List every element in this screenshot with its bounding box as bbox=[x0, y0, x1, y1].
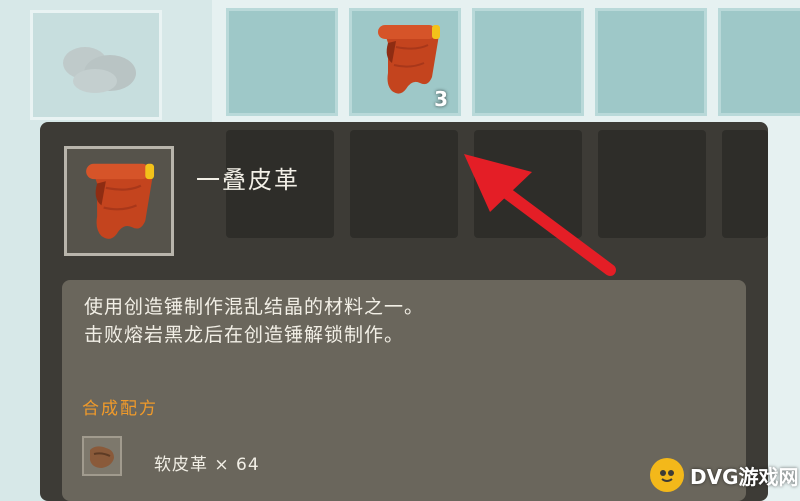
inventory-slot-leather[interactable]: 3 bbox=[349, 8, 461, 116]
recipe-ingredient-slot[interactable] bbox=[82, 436, 122, 476]
description-line-2: 击败熔岩黑龙后在创造锤解锁制作。 bbox=[84, 324, 405, 346]
leather-roll-icon bbox=[86, 163, 155, 239]
description-panel: 使用创造锤制作混乱结晶的材料之一。 击败熔岩黑龙后在创造锤解锁制作。 合成配方 … bbox=[62, 280, 746, 501]
watermark-text: DVG游戏网 bbox=[690, 464, 799, 489]
item-count: 3 bbox=[434, 87, 448, 111]
inventory-slot[interactable] bbox=[718, 8, 800, 116]
grid-slot bbox=[722, 130, 768, 238]
recipe-title: 合成配方 bbox=[82, 399, 158, 419]
watermark: DVG游戏网 bbox=[650, 455, 799, 495]
item-preview bbox=[64, 146, 174, 256]
cloud-icon bbox=[63, 47, 136, 93]
cloud-slot[interactable] bbox=[30, 10, 162, 120]
item-tooltip: 一叠皮革 使用创造锤制作混乱结晶的材料之一。 击败熔岩黑龙后在创造锤解锁制作。 … bbox=[40, 122, 768, 501]
soft-leather-icon bbox=[90, 446, 114, 468]
watermark-logo-icon bbox=[650, 458, 684, 492]
description-line-1: 使用创造锤制作混乱结晶的材料之一。 bbox=[84, 296, 425, 318]
inventory-slot[interactable] bbox=[595, 8, 707, 116]
inventory-slot[interactable] bbox=[226, 8, 338, 116]
annotation-arrow-icon bbox=[464, 154, 616, 276]
inventory-slot[interactable] bbox=[472, 8, 584, 116]
recipe-ingredient: 软皮革 × 64 bbox=[154, 455, 260, 475]
item-name: 一叠皮革 bbox=[196, 166, 300, 194]
